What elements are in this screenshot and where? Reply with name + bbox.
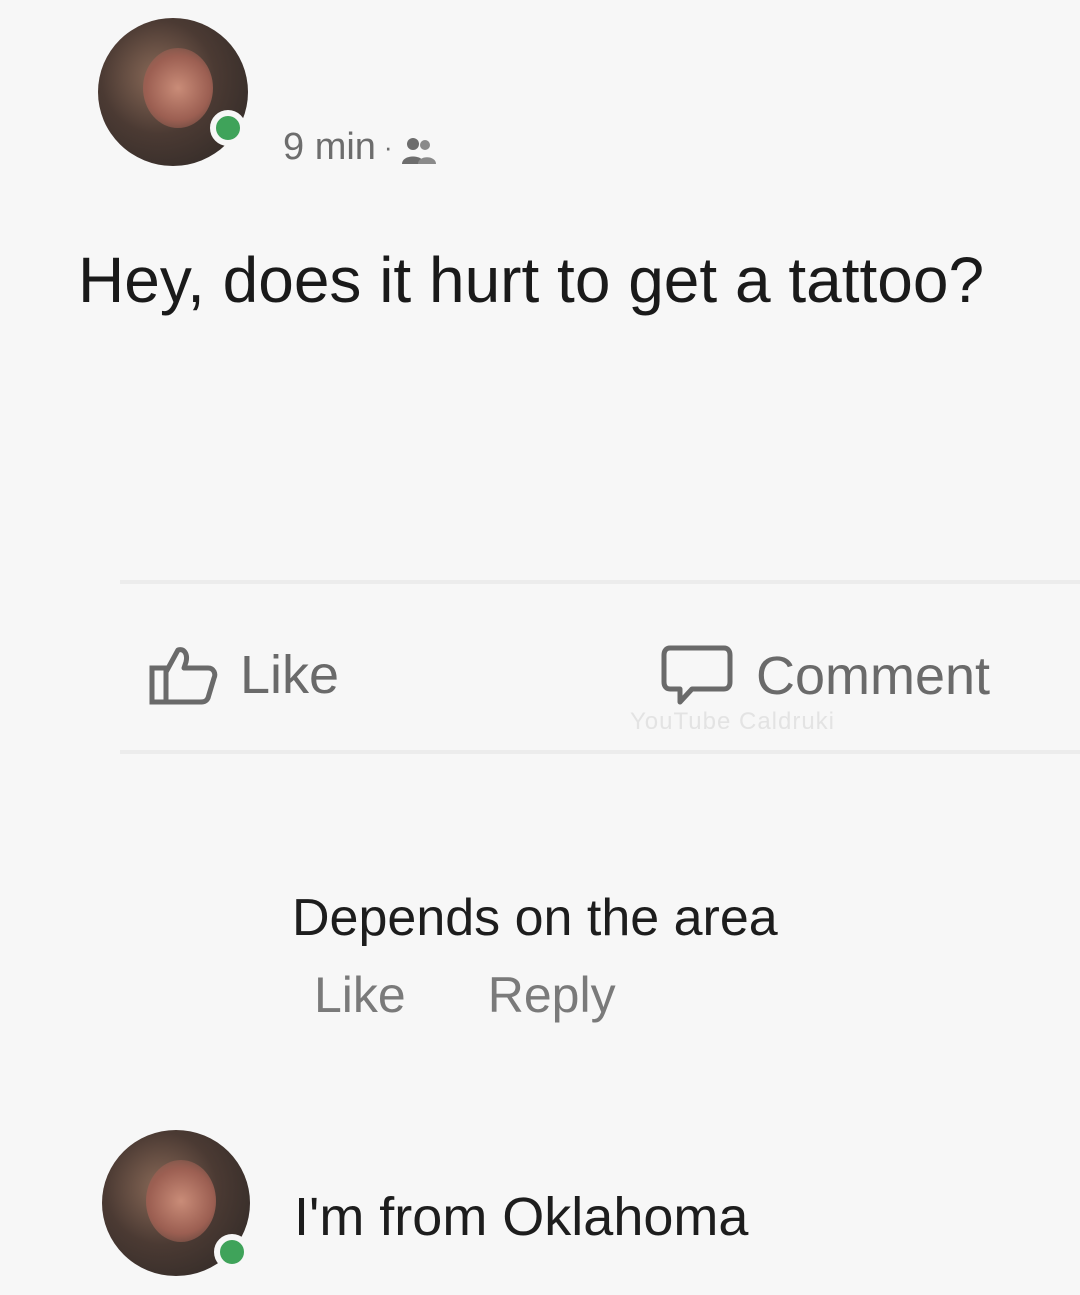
author-avatar[interactable] xyxy=(98,18,248,166)
watermark: YouTube Caldruki xyxy=(630,708,836,735)
reply-text: I'm from Oklahoma xyxy=(294,1187,749,1247)
post-body-text: Hey, does it hurt to get a tattoo? xyxy=(78,244,985,316)
comment-reply-link[interactable]: Reply xyxy=(466,966,616,1024)
like-button[interactable]: Like xyxy=(148,644,339,706)
comment-label: Comment xyxy=(756,646,991,706)
speech-bubble-icon xyxy=(660,644,734,708)
friends-icon xyxy=(401,133,437,164)
thumbs-up-icon xyxy=(148,644,218,706)
post-timestamp[interactable]: 9 min xyxy=(283,126,376,169)
action-bar-bottom-divider xyxy=(120,750,1080,754)
avatar-face xyxy=(146,1160,216,1242)
online-status-indicator xyxy=(210,110,246,146)
like-label: Like xyxy=(240,645,340,705)
comment-actions: Like Reply xyxy=(292,966,778,1024)
action-bar-top-divider xyxy=(120,580,1080,584)
comment-item: Depends on the area Like Reply xyxy=(292,888,778,1024)
facebook-post-screen: 9 min · Hey, does it hurt to get a tatto… xyxy=(0,0,1080,1295)
online-status-indicator xyxy=(214,1234,250,1270)
avatar-face xyxy=(143,48,213,128)
comment-text: Depends on the area xyxy=(292,889,778,947)
comment-button[interactable]: Comment xyxy=(660,644,990,708)
meta-separator: · xyxy=(383,132,393,162)
comment-like-link[interactable]: Like xyxy=(292,966,406,1024)
reply-author-avatar[interactable] xyxy=(102,1130,250,1276)
post-meta: 9 min · xyxy=(283,126,437,169)
